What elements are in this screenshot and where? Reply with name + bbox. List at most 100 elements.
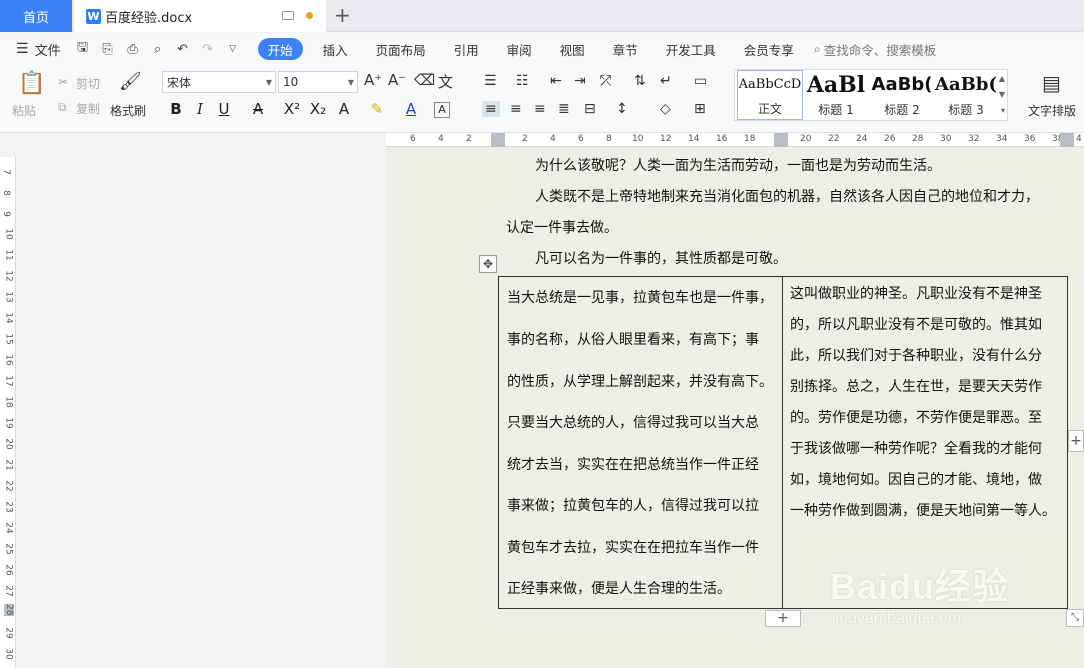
align-right-icon[interactable]: ≡ <box>534 101 546 117</box>
bold-icon[interactable]: B <box>165 100 187 118</box>
style-scroll-down-icon[interactable]: ▼ <box>999 90 1005 99</box>
style-label: 标题 3 <box>948 103 984 117</box>
menu-review[interactable]: 审阅 <box>493 38 546 60</box>
menu-chapter[interactable]: 章节 <box>599 38 652 60</box>
menu-bar: ☰ 文件 🖫 ⎘ ⎙ ⌕ ↶ ↷ ▽ 开始 插入 页面布局 引用 审阅 视图 章… <box>0 33 1084 65</box>
table-resize-icon[interactable]: ⤡ <box>1066 609 1084 627</box>
vertical-ruler[interactable]: 7 8 9 10 11 12 13 14 15 16 17 18 19 20 2… <box>0 157 16 668</box>
add-row-button[interactable]: + <box>765 610 801 627</box>
print-preview-icon[interactable]: ⌕ <box>150 41 166 57</box>
add-column-button[interactable]: + <box>1068 430 1084 452</box>
borders-icon[interactable]: ⊞ <box>694 101 706 117</box>
chinese-layout-icon[interactable]: ⤱ <box>600 73 611 89</box>
save-icon[interactable]: 🖫 <box>75 40 91 57</box>
cut-button[interactable]: 剪切 <box>76 75 100 92</box>
font-name-select[interactable]: 宋体 ▼ <box>162 71 276 93</box>
print-icon[interactable]: ⎙ <box>125 41 141 57</box>
font-size-select[interactable]: 10 ▼ <box>278 71 358 93</box>
subscript-icon[interactable]: X₂ <box>307 100 329 118</box>
format-painter-icon[interactable]: 🖌 <box>119 71 142 92</box>
italic-icon[interactable]: I <box>189 100 211 118</box>
search-icon: ⌕ <box>813 41 821 56</box>
style-heading-1[interactable]: AaBl 标题 1 <box>803 70 869 120</box>
paste-icon[interactable]: 📋 <box>18 71 45 96</box>
style-scroll-up-icon[interactable]: ▲ <box>999 74 1005 83</box>
tab-home[interactable]: 首页 <box>0 0 72 32</box>
show-marks-icon[interactable]: ↵ <box>660 73 672 89</box>
increase-indent-icon[interactable]: ⇥ <box>574 73 586 89</box>
ruler-tick: 19 <box>3 417 14 429</box>
new-tab-button[interactable]: + <box>334 4 351 26</box>
grow-font-icon[interactable]: A⁺ <box>364 71 382 89</box>
ruler-tick: 26 <box>884 134 896 144</box>
font-color-icon[interactable]: A <box>400 100 422 118</box>
cell-line: 正经事来做，便是人生合理的生活。 <box>507 581 731 597</box>
style-normal[interactable]: AaBbCcD 正文 <box>737 70 803 120</box>
table-move-handle-icon[interactable]: ✥ <box>479 255 497 273</box>
menu-start[interactable]: 开始 <box>257 38 303 60</box>
justify-icon[interactable]: ≣ <box>558 101 570 117</box>
copy-button[interactable]: 复制 <box>76 100 100 117</box>
ruler-tick: 4 <box>1076 134 1082 144</box>
style-label: 标题 1 <box>818 103 854 117</box>
tab-document[interactable]: W 百度经验.docx <box>74 0 326 32</box>
distribute-icon[interactable]: ⊟ <box>584 101 596 117</box>
decrease-indent-icon[interactable]: ⇤ <box>550 73 562 89</box>
tab-stops-icon[interactable]: ▭ <box>694 73 707 89</box>
copy-icon[interactable]: ⧉ <box>58 100 67 115</box>
command-search[interactable]: ⌕ 查找命令、搜索模板 <box>814 40 937 59</box>
menu-developer[interactable]: 开发工具 <box>652 38 730 60</box>
ruler-tick: 12 <box>660 134 672 144</box>
ruler-left-margin-marker[interactable] <box>491 133 505 147</box>
numbered-list-icon[interactable]: ☷ <box>516 73 529 89</box>
doc-paragraph[interactable]: 人类既不是上帝特地制来充当消化面包的机器，自然该各人因自己的地位和才力， <box>535 186 1039 206</box>
ruler-tick: 16 <box>3 354 14 366</box>
line-spacing-icon[interactable]: ↕ <box>616 101 628 117</box>
superscript-icon[interactable]: X² <box>281 100 303 118</box>
customize-chevron-icon[interactable]: ▽ <box>225 41 241 57</box>
strikethrough-icon[interactable]: A <box>247 100 269 118</box>
char-border-icon[interactable]: A <box>434 102 450 118</box>
style-heading-3[interactable]: AaBb( 标题 3 <box>933 70 999 120</box>
highlight-icon[interactable]: ✎ <box>366 100 388 118</box>
menu-view[interactable]: 视图 <box>546 38 599 60</box>
ruler-column-marker[interactable] <box>774 133 788 147</box>
ruler-tick: 14 <box>688 134 700 144</box>
table-cell-left[interactable]: 当大总统是一见事，拉黄包车也是一件事， 事的名称，从俗人眼里看来，有高下；事 的… <box>499 277 783 608</box>
paste-button[interactable]: 粘贴 <box>12 102 36 119</box>
text-effect-icon[interactable]: A <box>333 100 355 118</box>
style-more-icon[interactable]: ▾ <box>1001 106 1005 115</box>
bullet-list-icon[interactable]: ☰ <box>484 73 497 89</box>
phonetic-icon[interactable]: 文 <box>438 71 453 92</box>
doc-paragraph[interactable]: 为什么该敬呢？人类一面为生活而劳动，一面也是为劳动而生活。 <box>535 155 941 175</box>
underline-icon[interactable]: U <box>213 100 235 118</box>
undo-icon[interactable]: ↶ <box>175 41 191 57</box>
font-size-value: 10 <box>283 75 299 89</box>
doc-paragraph[interactable]: 凡可以名为一件事的，其性质都是可敬。 <box>535 248 787 268</box>
horizontal-ruler[interactable]: 6 4 2 2 4 6 8 10 12 14 16 18 20 22 24 26… <box>386 133 1084 147</box>
text-layout-button[interactable]: 文字排版 <box>1028 102 1076 119</box>
text-layout-icon[interactable]: ▤ <box>1042 71 1061 95</box>
format-painter-button[interactable]: 格式刷 <box>110 102 146 119</box>
menu-member[interactable]: 会员专享 <box>730 38 808 60</box>
redo-icon[interactable]: ↷ <box>200 41 216 57</box>
hamburger-icon[interactable]: ☰ <box>16 41 29 57</box>
align-left-icon[interactable]: ≡ <box>482 101 500 117</box>
file-menu[interactable]: 文件 <box>35 40 61 59</box>
ruler-right-margin-marker[interactable] <box>1060 133 1074 147</box>
menu-page-layout[interactable]: 页面布局 <box>362 38 440 60</box>
clear-format-icon[interactable]: ⌫ <box>414 71 435 89</box>
cut-icon[interactable]: ✂ <box>58 75 68 89</box>
menu-references[interactable]: 引用 <box>440 38 493 60</box>
export-pdf-icon[interactable]: ⎘ <box>100 41 116 57</box>
watermark: Baidu经验 jingyan.baidu.com <box>830 558 1009 628</box>
shrink-font-icon[interactable]: A⁻ <box>388 71 406 89</box>
doc-paragraph[interactable]: 认定一件事去做。 <box>506 217 618 237</box>
sort-icon[interactable]: ⇅ <box>634 73 646 89</box>
menu-insert[interactable]: 插入 <box>309 38 362 60</box>
cell-line: 的。劳作便是功德，不劳作便是罪恶。至 <box>790 410 1042 426</box>
shading-icon[interactable]: ◇ <box>660 101 671 117</box>
align-center-icon[interactable]: ≡ <box>510 101 522 117</box>
monitor-icon[interactable] <box>282 11 294 20</box>
style-heading-2[interactable]: AaBb( 标题 2 <box>869 70 935 120</box>
